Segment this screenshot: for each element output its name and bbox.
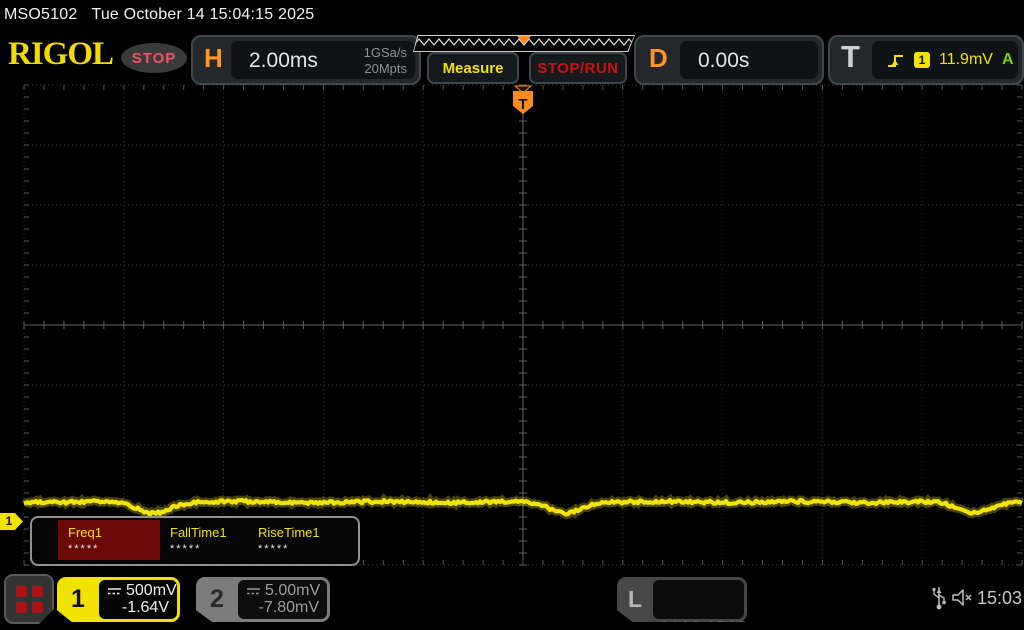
rigol-logo: RIGOL xyxy=(8,36,114,72)
speaker-muted-icon[interactable] xyxy=(951,588,975,607)
menu-button[interactable] xyxy=(4,574,54,624)
delay-label: D xyxy=(649,43,668,73)
trigger-flag-letter: T xyxy=(518,96,527,113)
datetime: Tue October 14 15:04:15 2025 xyxy=(91,6,315,23)
channel2-block[interactable]: 2 5.00mV -7.80mV xyxy=(196,577,330,622)
horizontal-readout: 2.00ms 1GSa/s 20Mpts xyxy=(231,41,415,79)
measurement-box: Freq1 ***** FallTime1 ***** RiseTime1 **… xyxy=(30,516,360,566)
measure-button[interactable]: Measure xyxy=(427,52,519,84)
dc-coupling-icon xyxy=(108,588,121,595)
measurement-cell-risetime1[interactable]: RiseTime1 ***** xyxy=(248,520,353,560)
channel1-readout: 500mV -1.64V xyxy=(99,580,177,619)
menu-grid-icon xyxy=(15,585,43,613)
measurement-label: FallTime1 xyxy=(170,525,227,540)
clock: 15:03 xyxy=(977,588,1023,608)
measurement-cell-freq1[interactable]: Freq1 ***** xyxy=(58,520,160,560)
usb-icon xyxy=(932,587,946,610)
sample-rate: 1GSa/s xyxy=(363,45,407,60)
trigger-source-badge: 1 xyxy=(914,52,930,68)
channel2-readout: 5.00mV -7.80mV xyxy=(238,580,327,619)
sample-rate-depth: 1GSa/s 20Mpts xyxy=(364,45,407,78)
horizontal-label: H xyxy=(204,43,223,73)
logic-channel-list: 0 1 2 3 4 5 6 7 8 9 10 11 12 13 14 15 xyxy=(653,580,745,622)
dc-coupling-icon xyxy=(247,588,260,595)
logic-analyzer-block[interactable]: L 0 1 2 3 4 5 6 7 8 9 10 11 12 13 14 15 xyxy=(617,577,747,622)
stop-run-button[interactable]: STOP/RUN xyxy=(529,52,627,84)
horizontal-settings-block[interactable]: H 2.00ms 1GSa/s 20Mpts xyxy=(191,35,421,85)
trigger-slope-icon xyxy=(888,54,903,67)
model-name: MSO5102 xyxy=(4,6,78,23)
acquisition-state-badge: STOP xyxy=(121,43,187,73)
delay-value: 0.00s xyxy=(698,49,750,72)
measurement-label: Freq1 xyxy=(68,525,102,540)
trigger-readout: 1 11.9mV A xyxy=(872,41,1018,79)
measurement-value: ***** xyxy=(170,543,202,555)
trigger-level-value: 11.9mV xyxy=(939,51,993,68)
channel1-offset: -1.64V xyxy=(121,599,169,616)
channel2-scale: 5.00mV xyxy=(265,582,321,599)
status-bar: MSO5102 Tue October 14 15:04:15 2025 xyxy=(4,6,328,24)
measurement-cell-falltime1[interactable]: FallTime1 ***** xyxy=(160,520,248,560)
measurement-label: RiseTime1 xyxy=(258,525,320,540)
channel1-block[interactable]: 1 500mV -1.64V xyxy=(57,577,180,622)
timebase-value: 2.00ms xyxy=(249,49,318,72)
channel1-number: 1 xyxy=(71,585,85,613)
trigger-position-icon xyxy=(517,36,531,44)
oscilloscope-screen: T MSO5102 Tue October 14 15:04:15 2025 RI… xyxy=(0,0,1024,630)
channel2-offset: -7.80mV xyxy=(258,599,319,616)
channel1-scale: 500mV xyxy=(126,582,177,599)
trigger-settings-block[interactable]: T 1 11.9mV A xyxy=(828,35,1024,85)
measurement-value: ***** xyxy=(258,543,290,555)
measurement-value: ***** xyxy=(68,543,100,555)
delay-settings-block[interactable]: D 0.00s xyxy=(634,35,824,85)
record-preview-strip[interactable] xyxy=(413,35,635,52)
trigger-label: T xyxy=(841,39,860,74)
delay-readout: 0.00s xyxy=(680,41,818,79)
memory-depth: 20Mpts xyxy=(364,61,407,77)
trigger-sweep-mode: A xyxy=(1001,51,1014,68)
